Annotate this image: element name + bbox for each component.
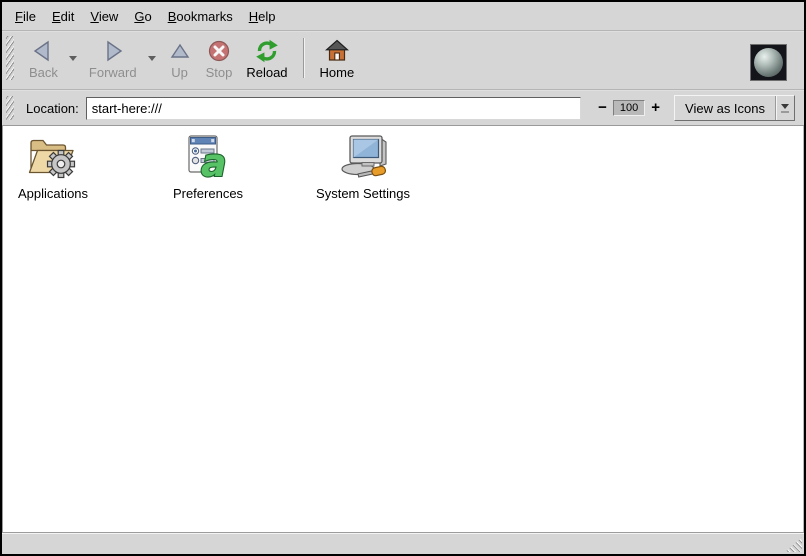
icon-preferences[interactable]: a Preferences bbox=[158, 134, 258, 201]
stop-button[interactable]: Stop bbox=[199, 36, 240, 82]
resize-grip[interactable] bbox=[785, 537, 802, 552]
back-icon bbox=[31, 38, 55, 64]
zoom-out-button[interactable]: − bbox=[595, 100, 610, 116]
dropdown-arrow-icon bbox=[775, 96, 794, 120]
icon-label: System Settings bbox=[316, 186, 410, 201]
svg-text:a: a bbox=[201, 141, 227, 180]
view-as-dropdown[interactable]: View as Icons bbox=[674, 95, 795, 121]
location-bar: Location: − 100 + View as Icons bbox=[2, 91, 804, 125]
up-label: Up bbox=[171, 65, 188, 80]
stop-icon bbox=[207, 38, 231, 64]
toolbar-separator bbox=[303, 38, 305, 78]
view-as-label: View as Icons bbox=[675, 101, 775, 116]
location-label: Location: bbox=[26, 101, 79, 116]
home-icon bbox=[325, 38, 349, 64]
icon-applications[interactable]: Applications bbox=[3, 134, 103, 201]
reload-label: Reload bbox=[246, 65, 287, 80]
forward-label: Forward bbox=[89, 65, 137, 80]
toolbar: Back Forward Up bbox=[2, 32, 804, 89]
menu-go[interactable]: Go bbox=[126, 4, 159, 29]
icon-system-settings[interactable]: System Settings bbox=[313, 134, 413, 201]
zoom-in-button[interactable]: + bbox=[648, 100, 663, 116]
status-bar bbox=[2, 532, 804, 554]
menu-edit[interactable]: Edit bbox=[44, 4, 82, 29]
file-manager-window: File Edit View Go Bookmarks Help Back Fo… bbox=[0, 0, 806, 556]
icon-view[interactable]: Applications a Preferences bbox=[2, 125, 804, 532]
home-label: Home bbox=[320, 65, 355, 80]
home-button[interactable]: Home bbox=[313, 36, 362, 82]
forward-button[interactable]: Forward bbox=[82, 36, 144, 82]
globe-icon bbox=[754, 48, 783, 77]
back-button[interactable]: Back bbox=[22, 36, 65, 82]
back-label: Back bbox=[29, 65, 58, 80]
throbber bbox=[750, 44, 787, 81]
chevron-down-icon bbox=[69, 56, 77, 61]
menu-bookmarks[interactable]: Bookmarks bbox=[160, 4, 241, 29]
location-bar-grip-handle[interactable] bbox=[6, 96, 14, 120]
reload-icon bbox=[255, 38, 279, 64]
back-history-dropdown-button[interactable] bbox=[65, 56, 82, 61]
preferences-capplet-icon: a bbox=[185, 134, 231, 183]
icon-label: Preferences bbox=[173, 186, 243, 201]
reload-button[interactable]: Reload bbox=[239, 36, 294, 82]
status-text bbox=[2, 531, 18, 551]
up-icon bbox=[168, 38, 192, 64]
forward-history-dropdown-button[interactable] bbox=[144, 56, 161, 61]
menu-file[interactable]: File bbox=[7, 4, 44, 29]
menu-view[interactable]: View bbox=[82, 4, 126, 29]
forward-icon bbox=[101, 38, 125, 64]
location-input[interactable] bbox=[86, 97, 581, 120]
menu-help[interactable]: Help bbox=[241, 4, 284, 29]
stop-label: Stop bbox=[206, 65, 233, 80]
up-button[interactable]: Up bbox=[161, 36, 199, 82]
zoom-level-indicator: 100 bbox=[613, 100, 645, 116]
menu-bar: File Edit View Go Bookmarks Help bbox=[2, 2, 804, 30]
system-settings-monitor-screwdriver-icon bbox=[336, 134, 390, 183]
toolbar-grip-handle[interactable] bbox=[6, 36, 14, 80]
chevron-down-icon bbox=[148, 56, 156, 61]
icon-label: Applications bbox=[18, 186, 88, 201]
applications-folder-gear-icon bbox=[28, 134, 78, 183]
